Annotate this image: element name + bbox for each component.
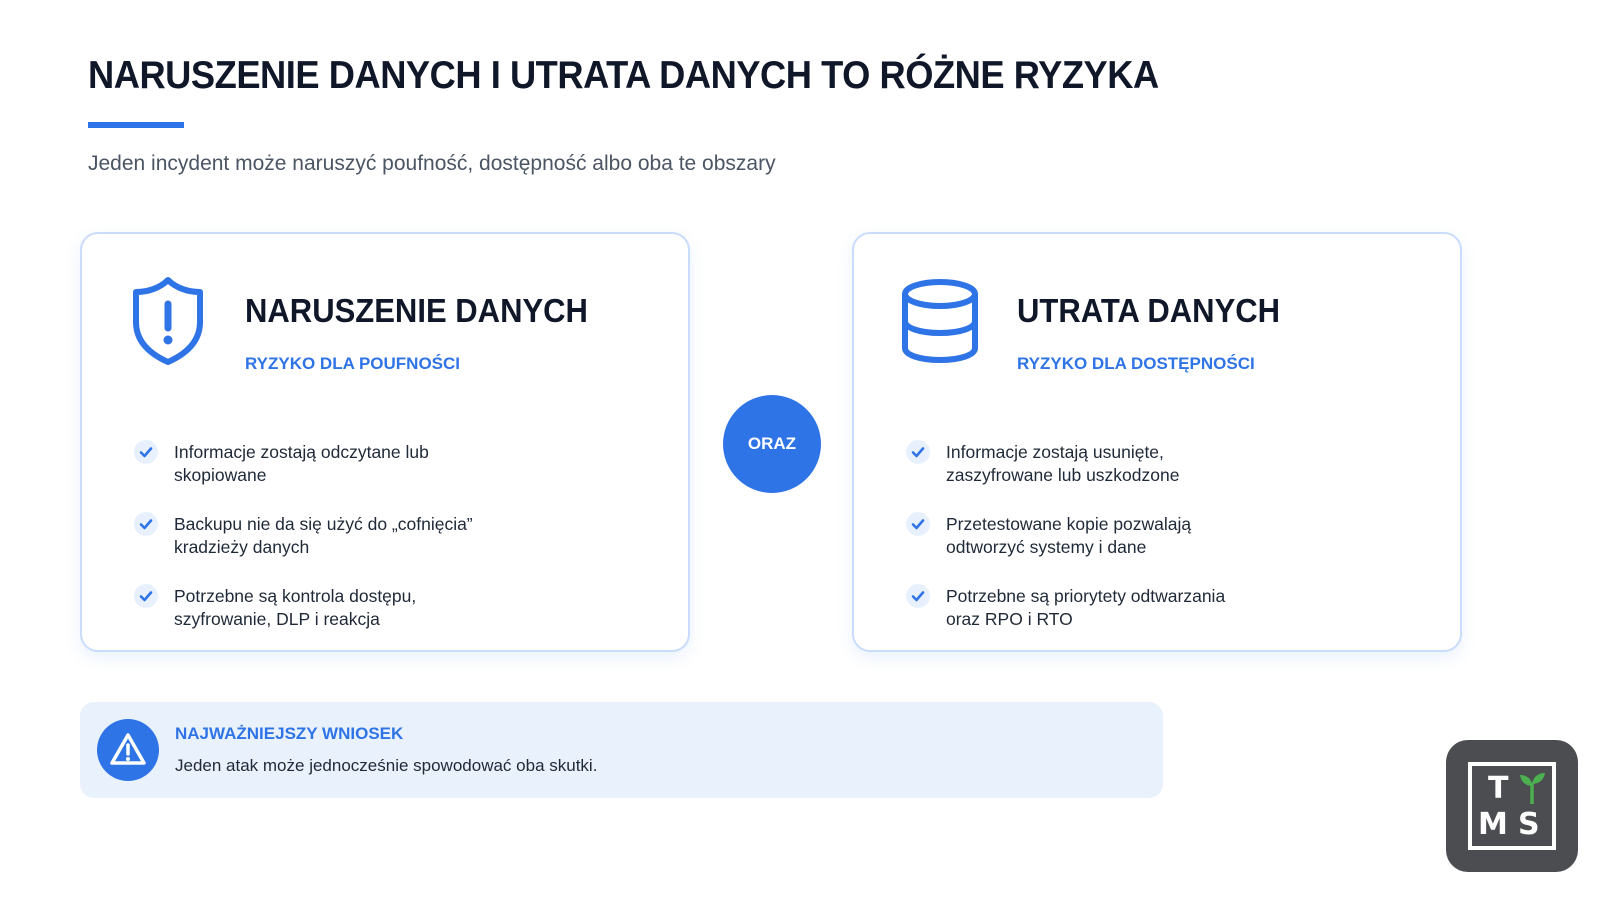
data-loss-card: UTRATA DANYCH RYZYKO DLA DOSTĘPNOŚCI Inf… [852, 232, 1462, 652]
list-item-text: Informacje zostają odczytane lub skopiow… [174, 442, 429, 485]
page-title: NARUSZENIE DANYCH I UTRATA DANYCH TO RÓŻ… [88, 54, 1159, 97]
list-item-text: Potrzebne są kontrola dostępu, szyfrowan… [174, 586, 417, 629]
logo-frame: T M S [1468, 762, 1556, 850]
page-subtitle: Jeden incydent może naruszyć poufność, d… [88, 152, 776, 175]
list-item-text: Backupu nie da się użyć do „cofnięcia” k… [174, 514, 473, 557]
database-icon [900, 274, 980, 368]
list-item-text: Informacje zostają usunięte, zaszyfrowan… [946, 442, 1180, 485]
list-item-text: Potrzebne są priorytety odtwarzania oraz… [946, 586, 1226, 629]
check-icon [134, 584, 158, 608]
card-title: UTRATA DANYCH [1017, 292, 1281, 329]
logo-letter-s: S [1518, 807, 1540, 842]
takeaway-title: NAJWAŻNIEJSZY WNIOSEK [175, 724, 404, 743]
takeaway-text: Jeden atak może jednocześnie spowodować … [175, 756, 598, 775]
sprout-icon [1516, 770, 1548, 804]
data-breach-card: NARUSZENIE DANYCH RYZYKO DLA POUFNOŚCI I… [80, 232, 690, 652]
check-icon [906, 584, 930, 608]
check-icon [906, 440, 930, 464]
warning-triangle-icon [97, 719, 159, 781]
tms-logo: T M S [1446, 740, 1578, 872]
list-item-text: Przetestowane kopie pozwalają odtworzyć … [946, 514, 1192, 557]
check-icon [134, 512, 158, 536]
check-icon [134, 440, 158, 464]
logo-letter-t: T [1488, 771, 1509, 806]
title-underline [88, 122, 184, 128]
shield-alert-icon [128, 274, 208, 368]
logo-letter-m: M [1478, 807, 1508, 842]
card-subtitle: RYZYKO DLA DOSTĘPNOŚCI [1017, 354, 1255, 373]
check-icon [906, 512, 930, 536]
oraz-connector-badge: ORAZ [723, 395, 821, 493]
card-subtitle: RYZYKO DLA POUFNOŚCI [245, 354, 461, 373]
key-takeaway-box: NAJWAŻNIEJSZY WNIOSEK Jeden atak może je… [80, 702, 1163, 798]
card-title: NARUSZENIE DANYCH [245, 292, 588, 329]
